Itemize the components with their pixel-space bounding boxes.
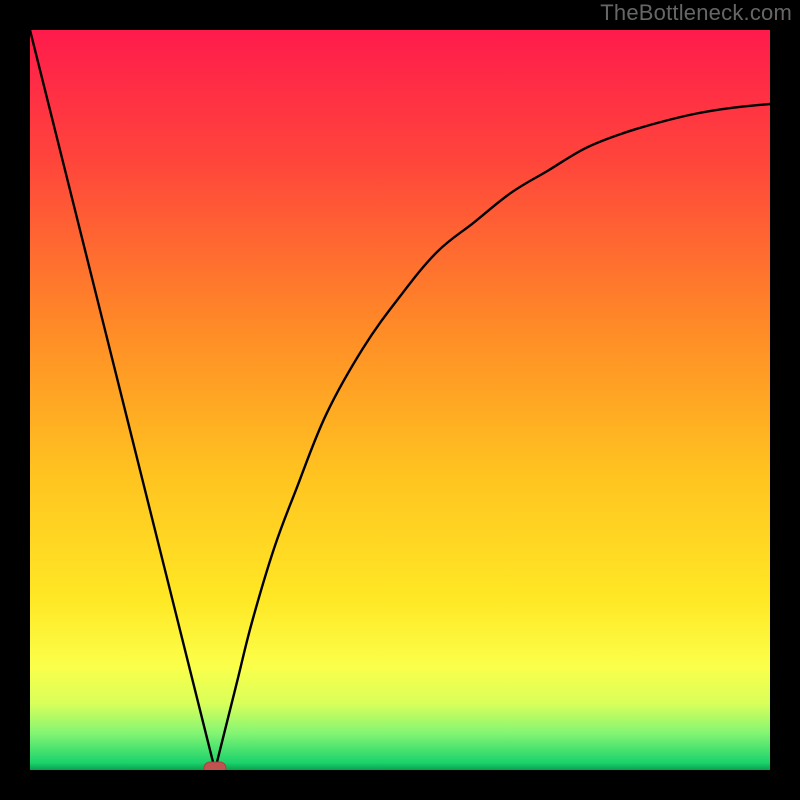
bottom-frame-bar (0, 770, 800, 800)
plot-svg (30, 30, 770, 770)
minimum-marker (204, 762, 226, 770)
chart-frame: TheBottleneck.com (0, 0, 800, 800)
watermark-text: TheBottleneck.com (600, 0, 792, 26)
plot-area (30, 30, 770, 770)
gradient-background (30, 30, 770, 770)
